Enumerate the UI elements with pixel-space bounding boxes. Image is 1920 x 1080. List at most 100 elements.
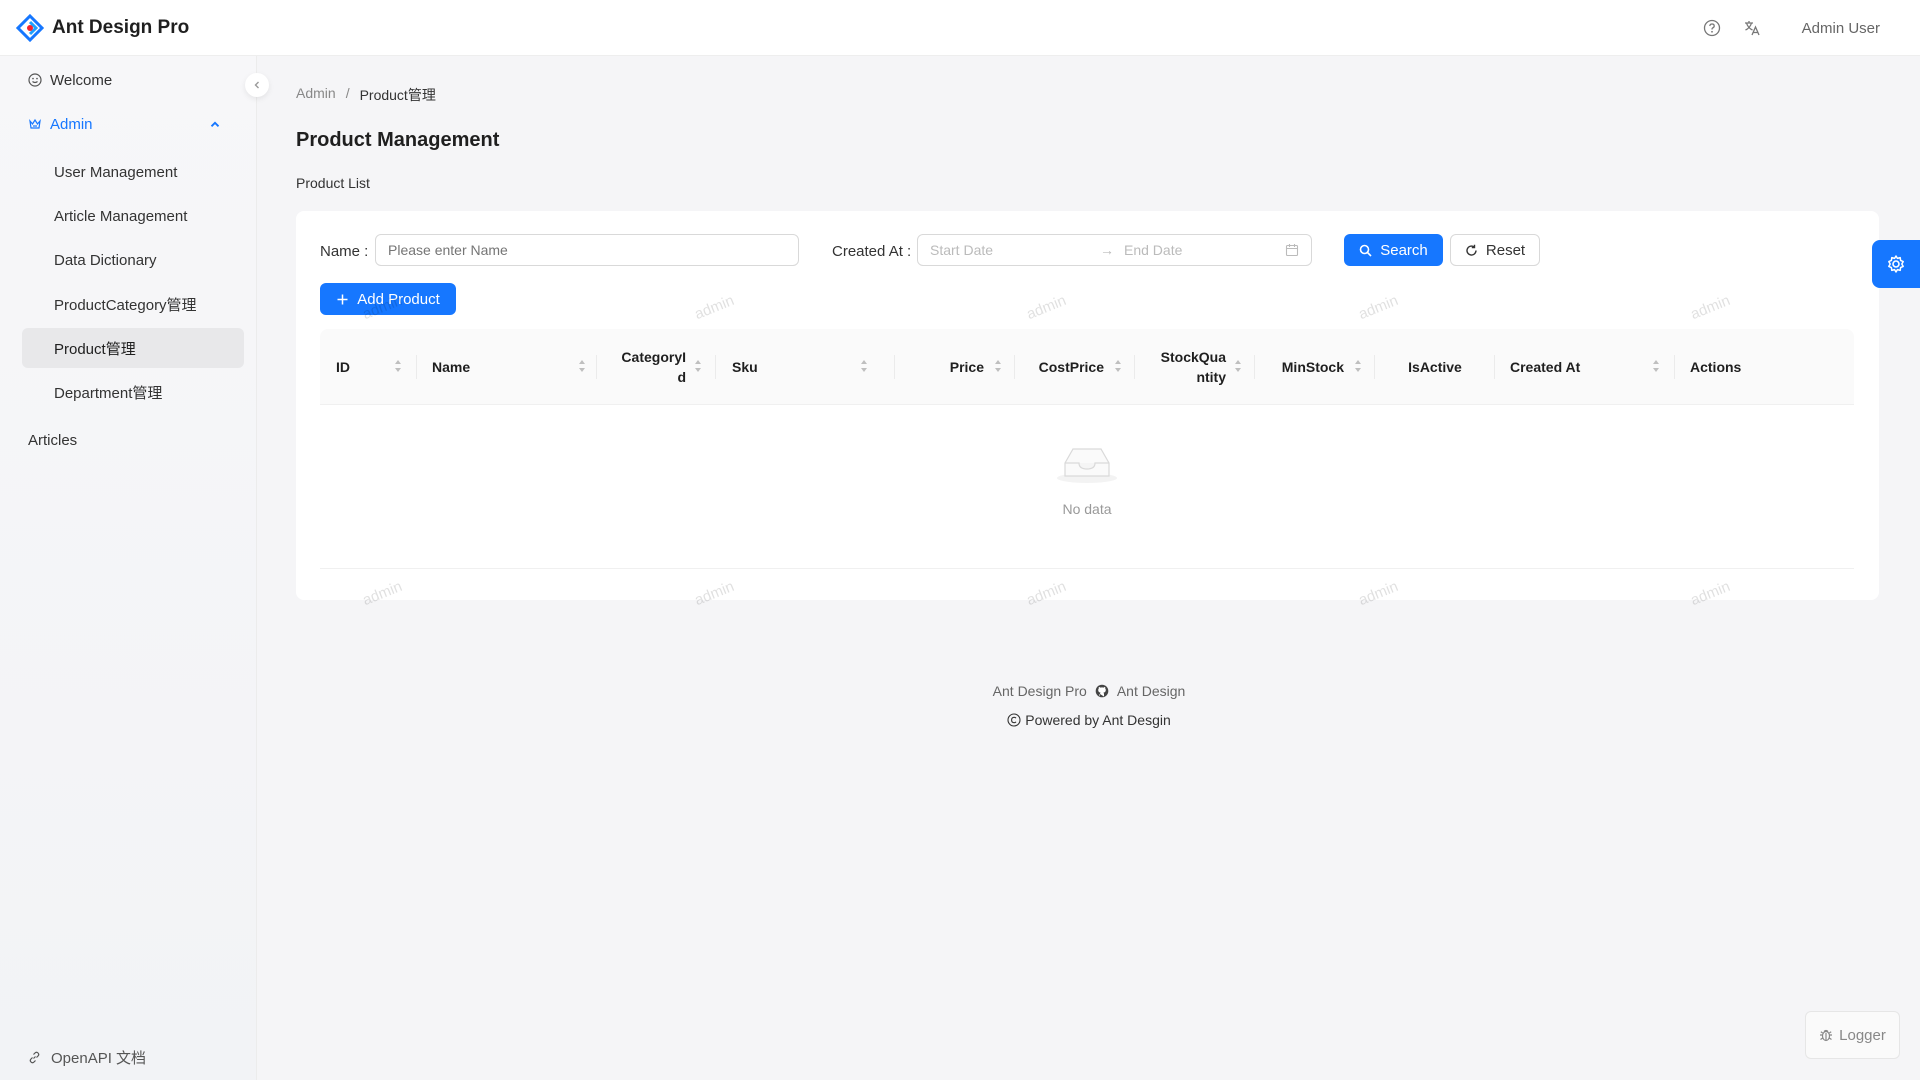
ant-design-logo-icon	[16, 13, 44, 42]
sidebar-item-data-dictionary[interactable]: Data Dictionary	[22, 240, 244, 280]
column-header-stockquantity[interactable]: StockQuantity	[1136, 329, 1256, 405]
column-divider	[894, 355, 895, 379]
translate-icon[interactable]	[1732, 0, 1772, 56]
settings-drawer-button[interactable]	[1872, 240, 1920, 288]
footer-links: Ant Design Pro Ant Design	[258, 683, 1920, 699]
column-label: CostPrice	[1038, 359, 1104, 375]
logger-label: Logger	[1839, 1026, 1886, 1044]
search-button-label: Search	[1380, 241, 1428, 259]
sidebar-item-label: ProductCategory管理	[54, 296, 197, 314]
search-button[interactable]: Search	[1344, 234, 1443, 266]
reset-button-label: Reset	[1485, 241, 1526, 259]
calendar-icon	[1285, 244, 1299, 257]
product-table-card: Name : Created At : Start Date → End Dat…	[296, 211, 1879, 609]
column-header-categoryid[interactable]: CategoryId	[610, 329, 716, 405]
sort-icon	[695, 360, 701, 372]
copyright-text: Powered by Ant Desgin	[1025, 712, 1171, 728]
sidebar-item-welcome[interactable]: Welcome	[22, 60, 244, 100]
footer-link-ant-design-pro[interactable]: Ant Design Pro	[993, 683, 1087, 699]
empty-inbox-icon	[1057, 448, 1117, 483]
empty-text: No data	[1062, 501, 1112, 517]
gear-icon	[1888, 255, 1904, 273]
created-at-label: Created At :	[832, 243, 912, 260]
column-label: Sku	[732, 359, 758, 375]
column-label: Created At	[1510, 359, 1581, 375]
openapi-label: OpenAPI 文档	[51, 1050, 147, 1067]
watermark: admin	[1356, 577, 1401, 610]
column-header-costprice[interactable]: CostPrice	[1016, 329, 1136, 405]
sort-icon	[995, 360, 1001, 372]
arrow-right-icon: →	[1100, 242, 1114, 258]
column-header-id[interactable]: ID	[336, 329, 416, 405]
watermark: admin	[692, 577, 737, 610]
app-logo[interactable]: Ant Design Pro	[16, 13, 189, 42]
sidebar-item-product[interactable]: Product管理	[22, 328, 244, 368]
sidebar-item-label: Data Dictionary	[54, 251, 157, 269]
sort-icon	[1115, 360, 1121, 372]
column-label: IsActive	[1408, 359, 1462, 375]
sort-icon	[1235, 360, 1241, 372]
sidebar-item-admin[interactable]: Admin	[22, 104, 244, 144]
bug-icon	[1820, 1029, 1833, 1042]
sidebar-item-label: User Management	[54, 163, 178, 181]
column-divider	[1494, 355, 1495, 379]
chevron-up-icon	[210, 121, 220, 127]
column-label: StockQuantity	[1160, 349, 1226, 385]
column-label: CategoryId	[621, 349, 686, 385]
column-label: Actions	[1690, 359, 1742, 375]
column-label: MinStock	[1281, 359, 1344, 375]
breadcrumb-root[interactable]: Admin	[296, 85, 336, 105]
plus-icon	[337, 294, 348, 304]
column-divider	[1014, 355, 1015, 379]
sidebar-item-user-management[interactable]: User Management	[22, 152, 244, 192]
sort-icon	[861, 360, 867, 372]
column-header-name[interactable]: Name	[432, 329, 600, 405]
crown-icon	[29, 118, 41, 129]
sidebar-item-label: Product管理	[54, 340, 136, 358]
github-icon[interactable]	[1095, 684, 1109, 698]
footer-copyright: Powered by Ant Desgin	[258, 712, 1920, 728]
smile-icon	[28, 73, 42, 87]
name-input[interactable]	[375, 234, 799, 266]
sidebar-item-department[interactable]: Department管理	[22, 372, 244, 412]
column-divider	[1374, 355, 1375, 379]
sidebar-item-productcategory[interactable]: ProductCategory管理	[22, 284, 244, 324]
help-icon[interactable]	[1692, 0, 1732, 56]
empty-state: No data	[320, 405, 1854, 569]
sidebar-item-article-management[interactable]: Article Management	[22, 196, 244, 236]
column-divider	[1254, 355, 1255, 379]
end-date-input[interactable]: End Date	[1124, 242, 1182, 258]
column-label: ID	[336, 359, 350, 375]
column-divider	[1674, 355, 1675, 379]
sort-icon	[1355, 360, 1361, 372]
openapi-link[interactable]: OpenAPI 文档	[28, 1047, 146, 1068]
sidebar-item-articles[interactable]: Articles	[22, 420, 244, 460]
watermark: admin	[1024, 577, 1069, 610]
watermark: admin	[1356, 291, 1401, 324]
top-header: Ant Design Pro Admin User	[0, 0, 1920, 56]
page-title: Product Management	[296, 129, 500, 151]
watermark: admin	[692, 291, 737, 324]
column-label: Price	[949, 359, 984, 375]
sidebar: Welcome Admin User Management Article Ma…	[0, 56, 257, 1080]
logger-button[interactable]: Logger	[1805, 1011, 1900, 1059]
page-subtitle: Product List	[296, 175, 370, 191]
user-name[interactable]: Admin User	[1802, 20, 1880, 37]
column-header-price[interactable]: Price	[896, 329, 1016, 405]
link-icon	[29, 1051, 40, 1064]
footer-link-ant-design[interactable]: Ant Design	[1117, 683, 1185, 699]
created-at-range-picker[interactable]: Start Date → End Date	[917, 234, 1312, 266]
sidebar-item-label: Department管理	[54, 384, 163, 402]
breadcrumb-separator: /	[345, 85, 350, 101]
start-date-input[interactable]: Start Date	[930, 242, 1090, 258]
copyright-icon	[1007, 713, 1021, 727]
main-content: Admin / Product管理 Product Management Pro…	[258, 56, 1920, 1080]
column-divider	[416, 355, 417, 379]
watermark: admin	[360, 577, 405, 610]
name-label: Name :	[320, 243, 369, 260]
reset-button[interactable]: Reset	[1450, 234, 1540, 266]
column-header-created-at[interactable]: Created At	[1510, 329, 1674, 405]
column-header-sku[interactable]: Sku	[732, 329, 882, 405]
breadcrumb: Admin / Product管理	[296, 85, 436, 105]
column-header-minstock[interactable]: MinStock	[1256, 329, 1376, 405]
